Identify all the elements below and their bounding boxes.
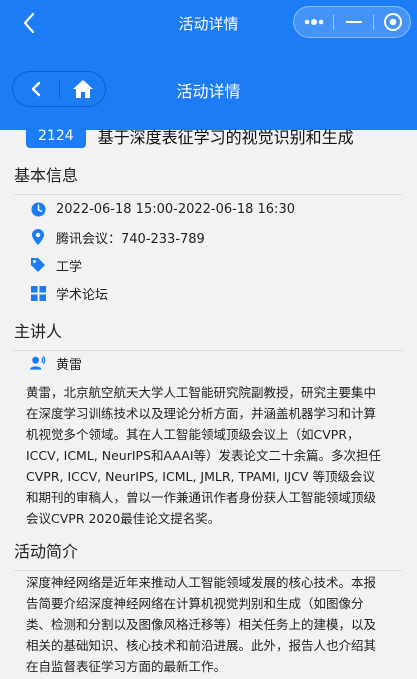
location-pin-icon xyxy=(30,229,46,245)
bio-line: 和期刊的审稿人，曾以一作兼通讯作者身份获人工智能领域顶级 xyxy=(26,490,377,505)
bio-line: 在深度学习训练技术以及理论分析方面，并涵盖机器学习和计算 xyxy=(26,406,377,421)
activity-id-badge: 2124 xyxy=(26,124,86,148)
basic-info-heading: 基本信息 xyxy=(14,162,402,195)
info-type: 学术论坛 xyxy=(30,283,108,303)
grid-icon xyxy=(30,285,46,301)
minimize-icon[interactable] xyxy=(334,7,373,37)
activity-title: 基于深度表征学习的视觉识别和生成 xyxy=(97,128,354,147)
info-type-text: 学术论坛 xyxy=(56,287,109,303)
info-location: 腾讯会议：740-233-789 xyxy=(30,227,205,247)
bio-line: 会议CVPR 2020最佳论文提名奖。 xyxy=(26,511,221,526)
tag-icon xyxy=(30,257,46,273)
more-icon[interactable] xyxy=(294,7,333,37)
bio-line: ICCV, ICML, NeurIPS和AAAI等）发表论文二十余篇。多次担任 xyxy=(26,448,382,463)
page-navbar: 活动详情 xyxy=(0,46,417,130)
speaker-heading: 主讲人 xyxy=(14,318,402,351)
info-time: 2022-06-18 15:00-2022-06-18 16:30 xyxy=(30,199,295,219)
intro-line: 深度神经网络是近年来推动人工智能领域发展的核心技术。本报 xyxy=(26,575,377,590)
info-category-text: 工学 xyxy=(56,259,83,275)
page-title: 活动详情 xyxy=(176,82,241,101)
intro-heading: 活动简介 xyxy=(14,538,402,571)
bio-line: CVPR, ICCV, NeurIPS, ICML, JMLR, TPAMI, … xyxy=(26,469,375,484)
activity-header: 2124 基于深度表征学习的视觉识别和生成 xyxy=(26,124,354,148)
bio-line: 机视觉多个领域。其在人工智能领域顶级会议上（如CVPR， xyxy=(26,427,360,442)
intro-line: 类、检测和分割以及图像风格迁移等）相关任务上的建模，以及 xyxy=(26,617,377,632)
intro-line: 告简要介绍深度神经网络在计算机视觉判别和生成（如图像分 xyxy=(26,596,364,611)
speaker-name: 黄雷 xyxy=(56,357,83,373)
clock-icon xyxy=(30,201,46,217)
title-bar: 活动详情 xyxy=(0,0,417,46)
intro-line: 相关的基础知识、核心技术和前沿进展。此外，报告人也介绍其 xyxy=(26,638,377,653)
speaker-bio: 黄雷，北京航空航天大学人工智能研究院副教授，研究主要集中 在深度学习训练技术以及… xyxy=(26,382,392,529)
speaker-icon xyxy=(30,355,46,371)
info-location-text: 腾讯会议：740-233-789 xyxy=(56,231,205,247)
bio-line: 黄雷，北京航空航天大学人工智能研究院副教授，研究主要集中 xyxy=(26,385,377,400)
mini-program-capsule xyxy=(293,6,411,38)
intro-text: 深度神经网络是近年来推动人工智能领域发展的核心技术。本报 告简要介绍深度神经网络… xyxy=(26,572,392,677)
intro-line: 在自监督表征学习方面的最新工作。 xyxy=(26,659,227,674)
info-category: 工学 xyxy=(30,255,82,275)
speaker-row: 黄雷 xyxy=(30,353,82,373)
info-time-text: 2022-06-18 15:00-2022-06-18 16:30 xyxy=(56,201,295,217)
close-target-icon[interactable] xyxy=(373,7,412,37)
